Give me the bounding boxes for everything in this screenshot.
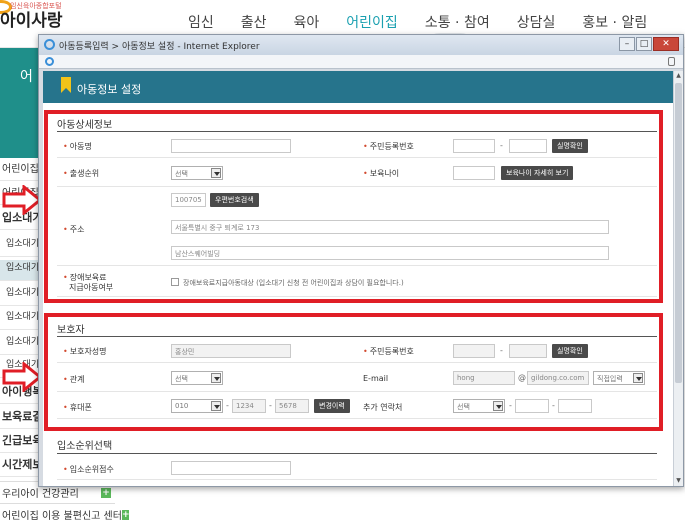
- maximize-button[interactable]: □: [636, 37, 652, 51]
- popup-scrollbar[interactable]: ▲ ▼: [673, 71, 683, 486]
- annotation-arrow-icon: [2, 362, 42, 392]
- sidebar-complaint-label: 어린이집 이용 불편신고 센터: [2, 511, 122, 522]
- form-row: [57, 454, 657, 480]
- nav-item[interactable]: 상담실: [517, 12, 556, 32]
- sidebar-complaint-link[interactable]: 어린이집 이용 불편신고 센터 +: [0, 503, 130, 524]
- nav-item-active[interactable]: 어린이집: [346, 12, 398, 32]
- sidebar-health-label: 우리아이 건강관리: [2, 489, 79, 500]
- annotation-arrow-icon: [2, 185, 42, 215]
- nav-item[interactable]: 홍보 · 알림: [582, 12, 647, 32]
- lock-icon: [668, 57, 675, 66]
- priority-score-label: • 입소순위점수: [63, 465, 114, 474]
- scroll-down-icon[interactable]: ▼: [675, 477, 682, 485]
- window-titlebar[interactable]: 아동등록입력 > 아동정보 설정 - Internet Explorer – □…: [39, 35, 683, 55]
- scroll-up-icon[interactable]: ▲: [675, 72, 682, 80]
- window-controls: – □ ✕: [618, 37, 679, 51]
- priority-section-title: 입소순위선택: [57, 441, 113, 452]
- page-icon: [45, 57, 54, 66]
- priority-score-input[interactable]: [171, 461, 291, 475]
- page-title: 아동정보 설정: [77, 83, 142, 96]
- bookmark-icon: [61, 77, 71, 93]
- page-header: 아동정보 설정: [43, 71, 673, 103]
- nav-item[interactable]: 임신: [188, 12, 214, 32]
- minimize-button[interactable]: –: [619, 37, 635, 51]
- plus-icon[interactable]: +: [121, 509, 130, 520]
- close-button[interactable]: ✕: [653, 37, 679, 51]
- nav-item[interactable]: 소통 · 참여: [425, 12, 490, 32]
- global-nav: 임신 출산 육아 어린이집 소통 · 참여 상담실 홍보 · 알림: [188, 12, 647, 32]
- highlight-box-guardian-info: [44, 313, 663, 431]
- window-title: 아동등록입력 > 아동정보 설정 - Internet Explorer: [59, 42, 260, 52]
- nav-item[interactable]: 육아: [294, 12, 320, 32]
- site-logo[interactable]: 아이사랑: [0, 6, 63, 31]
- highlight-box-child-info: [44, 110, 663, 303]
- plus-icon[interactable]: +: [101, 487, 111, 498]
- scroll-thumb[interactable]: [675, 83, 682, 383]
- nav-item[interactable]: 출산: [241, 12, 267, 32]
- address-bar[interactable]: [39, 55, 683, 69]
- ie-icon: [44, 39, 55, 50]
